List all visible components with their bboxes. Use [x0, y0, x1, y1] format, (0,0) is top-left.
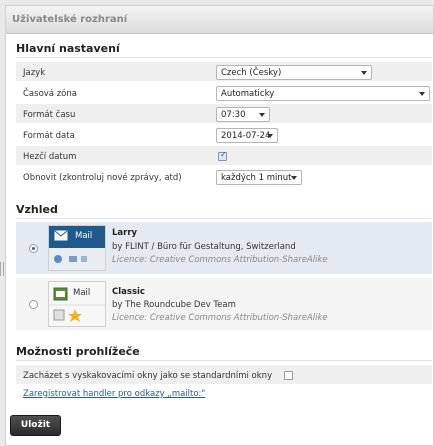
date-format-select[interactable]: 2014-07-24: [216, 128, 278, 143]
larry-thumbnail: Mail: [48, 225, 106, 271]
pretty-date-row: Hezčí datum: [16, 146, 432, 166]
divider: [16, 360, 432, 361]
time-format-row: Formát času 07:30: [16, 104, 432, 124]
skin-author: by The Roundcube Dev Team: [112, 300, 236, 310]
appearance-heading: Vzhled: [16, 203, 58, 216]
date-format-label: Formát data: [23, 131, 75, 141]
pretty-date-checkbox[interactable]: [218, 150, 227, 161]
popup-checkbox[interactable]: [284, 371, 293, 380]
timezone-label: Časová zóna: [23, 89, 77, 99]
time-format-select[interactable]: 07:30: [216, 107, 270, 122]
settings-panel: Uživatelské rozhraní Hlavní nastavení Ja…: [5, 5, 434, 446]
browser-options-heading: Možnosti prohlížeče: [16, 345, 140, 358]
skin-radio-classic[interactable]: [29, 300, 38, 309]
divider: [16, 57, 432, 58]
panel-title: Uživatelské rozhraní: [6, 6, 433, 34]
chevron-down-icon: [291, 176, 297, 180]
language-label: Jazyk: [23, 68, 46, 78]
language-row: Jazyk Czech (Česky): [16, 62, 432, 82]
refresh-row: Obnovit (zkontroluj nové zprávy, atd) ka…: [16, 167, 432, 187]
timezone-value: Automaticky: [221, 89, 275, 99]
skin-option-larry[interactable]: Mail Larry by FLINT / Büro für Gestaltun…: [16, 222, 432, 274]
skin-option-classic[interactable]: Mail Classic by The Roundcube Dev Team L…: [16, 278, 432, 330]
date-format-value: 2014-07-24: [221, 131, 271, 141]
skin-radio-larry[interactable]: [29, 244, 38, 253]
larry-thumb-label: Mail: [75, 231, 93, 241]
time-format-label: Formát času: [23, 110, 76, 120]
pretty-date-label: Hezčí datum: [23, 152, 77, 162]
chevron-down-icon: [267, 134, 273, 138]
skin-license: Licence: Creative Commons Attribution-Sh…: [112, 313, 328, 323]
timezone-select[interactable]: Automaticky: [216, 86, 430, 101]
classic-thumbnail: Mail: [48, 281, 106, 327]
classic-thumb-label: Mail: [73, 288, 91, 298]
save-button[interactable]: Uložit: [10, 415, 61, 436]
date-format-row: Formát data 2014-07-24: [16, 125, 432, 145]
chevron-down-icon: [259, 113, 265, 117]
language-value: Czech (Česky): [221, 68, 282, 78]
chevron-down-icon: [419, 92, 425, 96]
popup-label: Zacházet s vyskakovacími okny jako se st…: [23, 371, 273, 381]
resize-handle[interactable]: [0, 262, 4, 276]
refresh-value: každých 1 minut: [221, 173, 292, 183]
refresh-select[interactable]: každých 1 minut: [216, 170, 302, 185]
popup-row: Zacházet s vyskakovacími okny jako se st…: [16, 365, 432, 385]
refresh-label: Obnovit (zkontroluj nové zprávy, atd): [23, 173, 182, 183]
register-mailto-link[interactable]: Zaregistrovat handler pro odkazy „mailto…: [23, 389, 205, 399]
chevron-down-icon: [361, 71, 367, 75]
divider: [16, 218, 432, 219]
time-format-value: 07:30: [221, 110, 246, 120]
skin-license: Licence: Creative Commons Attribution-Sh…: [112, 255, 328, 265]
skin-author: by FLINT / Büro für Gestaltung, Switzerl…: [112, 242, 296, 252]
timezone-row: Časová zóna Automaticky: [16, 83, 432, 103]
language-select[interactable]: Czech (Česky): [216, 65, 372, 80]
main-settings-heading: Hlavní nastavení: [16, 42, 120, 55]
skin-name: Classic: [112, 287, 145, 297]
skin-name: Larry: [112, 228, 138, 238]
